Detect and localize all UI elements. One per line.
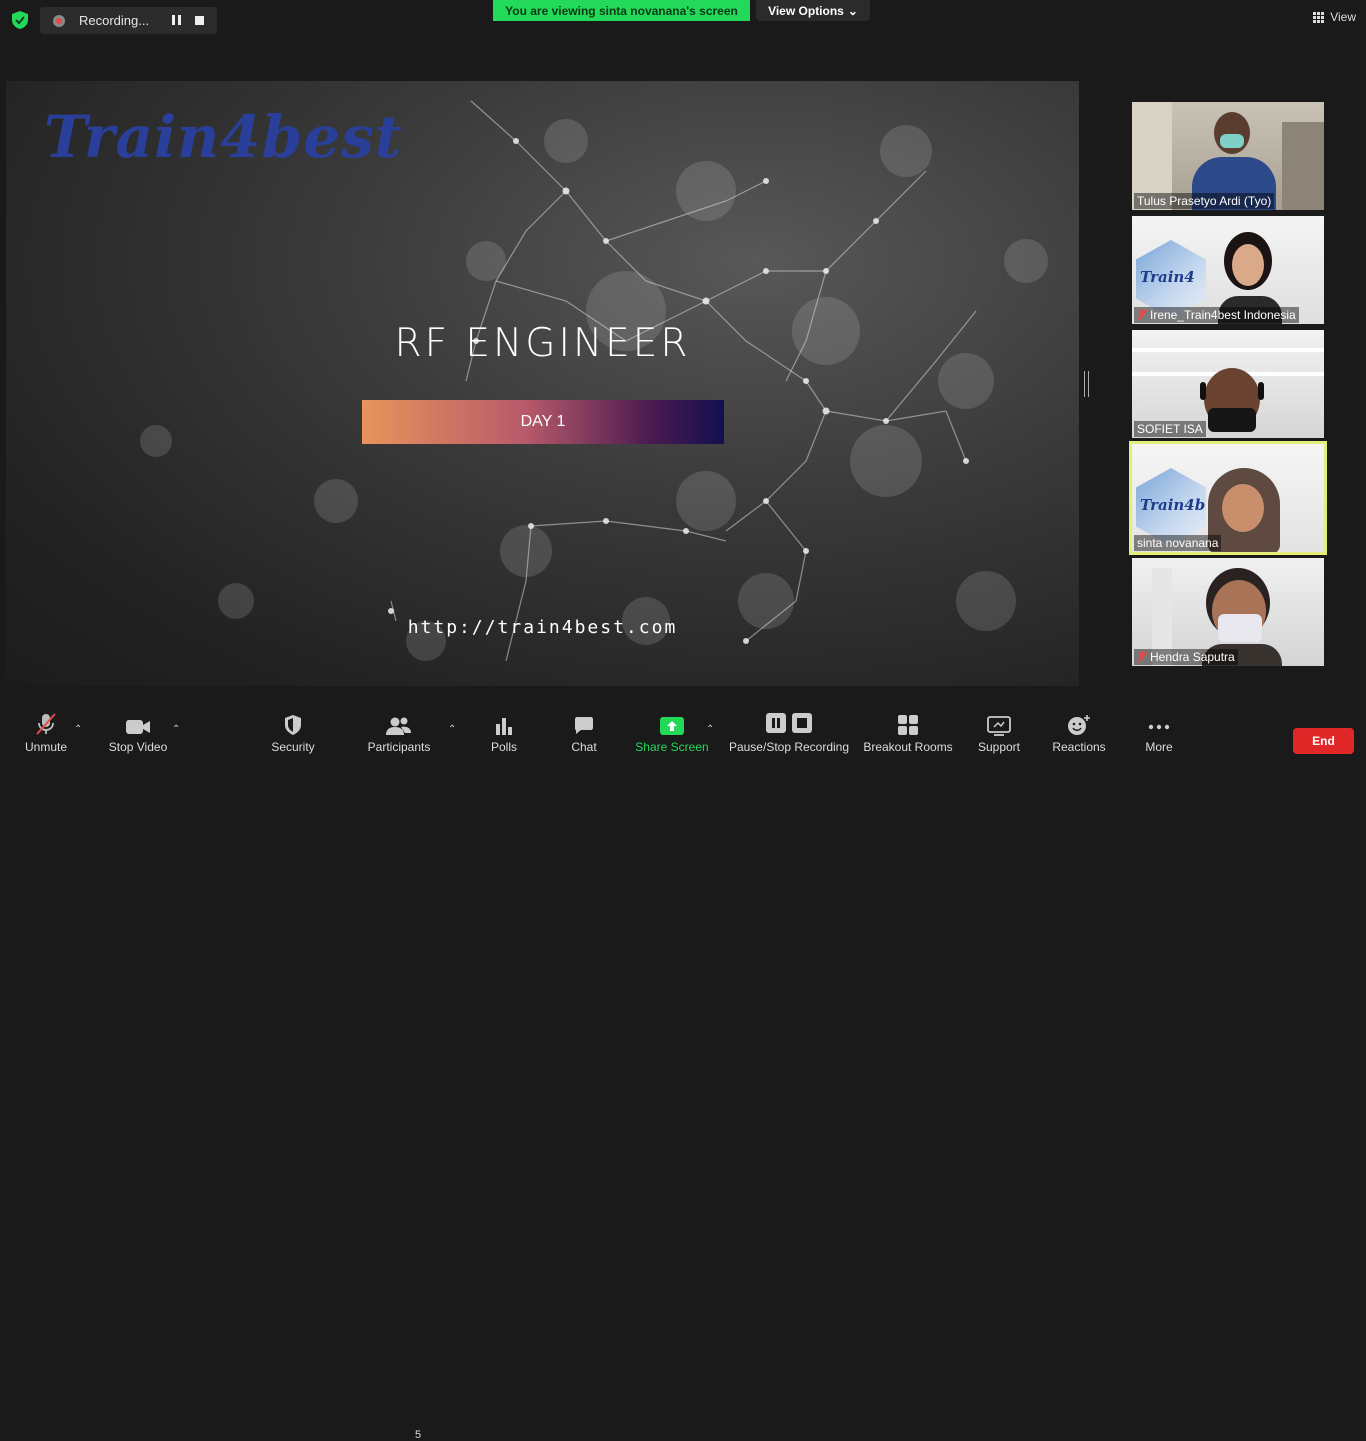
participants-options-caret-icon[interactable]: ⌃ — [448, 724, 456, 735]
participant-tile[interactable]: SOFIET ISA — [1132, 330, 1324, 438]
video-options-caret-icon[interactable]: ⌃ — [172, 724, 180, 735]
slide-title: RF ENGINEER — [394, 321, 691, 366]
more-label: More — [1145, 740, 1173, 754]
breakout-rooms-icon — [898, 715, 918, 735]
view-button[interactable]: View — [1313, 10, 1356, 24]
network-background — [140, 100, 1048, 662]
stop-recording-icon[interactable] — [195, 16, 204, 25]
participants-count: 5 — [415, 1429, 422, 1441]
security-shield-icon[interactable] — [10, 10, 30, 30]
recording-label: Recording... — [79, 13, 150, 28]
more-button[interactable]: More — [1140, 706, 1178, 768]
view-options-label: View Options — [768, 3, 844, 18]
shared-screen[interactable]: Train4best RF ENGINEER DAY 1 http://trai… — [6, 81, 1079, 686]
recording-dot-icon — [53, 14, 65, 27]
chevron-down-icon: ⌄ — [847, 3, 858, 18]
background-logo-text: Train4 — [1140, 268, 1195, 286]
chat-button[interactable]: Chat — [566, 706, 602, 768]
chat-bubble-icon — [575, 717, 593, 734]
breakout-rooms-button[interactable]: Breakout Rooms — [862, 706, 954, 768]
background-logo-text: Train4b — [1140, 496, 1206, 514]
view-options-button[interactable]: View Options ⌄ — [756, 0, 870, 21]
participants-label: Participants — [367, 740, 431, 754]
view-label: View — [1330, 10, 1356, 24]
participant-name-label: Irene_Train4best Indonesia — [1134, 307, 1299, 323]
video-camera-icon — [126, 720, 150, 734]
stop-video-label: Stop Video — [108, 740, 168, 754]
reactions-label: Reactions — [1052, 740, 1106, 754]
meeting-toolbar: Unmute ⌃ Stop Video ⌃ Security Participa… — [0, 706, 1366, 1441]
mic-muted-icon — [36, 713, 56, 735]
security-label: Security — [271, 740, 315, 754]
slide-url: http://train4best.com — [407, 617, 678, 638]
bar-chart-icon — [496, 718, 512, 735]
breakout-rooms-label: Breakout Rooms — [863, 740, 953, 754]
participant-tile[interactable]: Tulus Prasetyo Ardi (Tyo) — [1132, 102, 1324, 210]
panel-resize-handle[interactable] — [1084, 371, 1089, 397]
unmute-label: Unmute — [24, 740, 68, 754]
chat-label: Chat — [571, 740, 597, 754]
muted-mic-icon — [1137, 651, 1147, 663]
day-banner: DAY 1 — [362, 400, 724, 444]
end-meeting-button[interactable]: End — [1293, 728, 1354, 754]
recording-indicator: Recording... — [40, 7, 217, 34]
participant-name-label: SOFIET ISA — [1134, 421, 1206, 437]
support-monitor-icon — [987, 716, 1011, 736]
participant-tile-active-speaker[interactable]: Train4b sinta novanana — [1129, 441, 1327, 555]
participant-tile[interactable]: Train4 Irene_Train4best Indonesia — [1132, 216, 1324, 324]
support-button[interactable]: Support — [974, 706, 1024, 768]
reactions-smiley-icon — [1068, 715, 1090, 735]
stop-video-button[interactable]: Stop Video — [104, 706, 172, 768]
polls-button[interactable]: Polls — [484, 706, 524, 768]
audio-options-caret-icon[interactable]: ⌃ — [74, 724, 82, 735]
share-screen-icon — [660, 717, 684, 735]
participant-tile[interactable]: Hendra Saputra — [1132, 558, 1324, 666]
pause-stop-recording-label: Pause/Stop Recording — [728, 740, 850, 754]
share-screen-label: Share Screen — [635, 740, 709, 754]
pause-recording-icon[interactable] — [169, 14, 183, 27]
pause-stop-recording-button[interactable]: Pause/Stop Recording — [728, 706, 850, 768]
pause-stop-recording-icon — [766, 713, 812, 733]
participant-name-label: Tulus Prasetyo Ardi (Tyo) — [1134, 193, 1275, 209]
grid-view-icon — [1313, 11, 1325, 23]
share-screen-button[interactable]: Share Screen — [634, 706, 710, 768]
shield-icon — [285, 715, 301, 735]
participants-button[interactable]: Participants — [364, 706, 434, 768]
train4best-logo: Train4best — [44, 103, 403, 171]
reactions-button[interactable]: Reactions — [1050, 706, 1108, 768]
muted-mic-icon — [1137, 309, 1147, 321]
viewing-screen-banner: You are viewing sinta novanana's screen — [493, 0, 750, 21]
polls-label: Polls — [490, 740, 517, 754]
share-options-caret-icon[interactable]: ⌃ — [706, 724, 714, 735]
unmute-button[interactable]: Unmute — [18, 706, 74, 768]
day-label: DAY 1 — [520, 413, 566, 430]
more-dots-icon — [1148, 724, 1170, 730]
participant-name-label: Hendra Saputra — [1134, 649, 1238, 665]
support-label: Support — [977, 740, 1021, 754]
participants-icon — [386, 717, 411, 735]
participant-name-label: sinta novanana — [1134, 535, 1222, 551]
security-button[interactable]: Security — [266, 706, 320, 768]
